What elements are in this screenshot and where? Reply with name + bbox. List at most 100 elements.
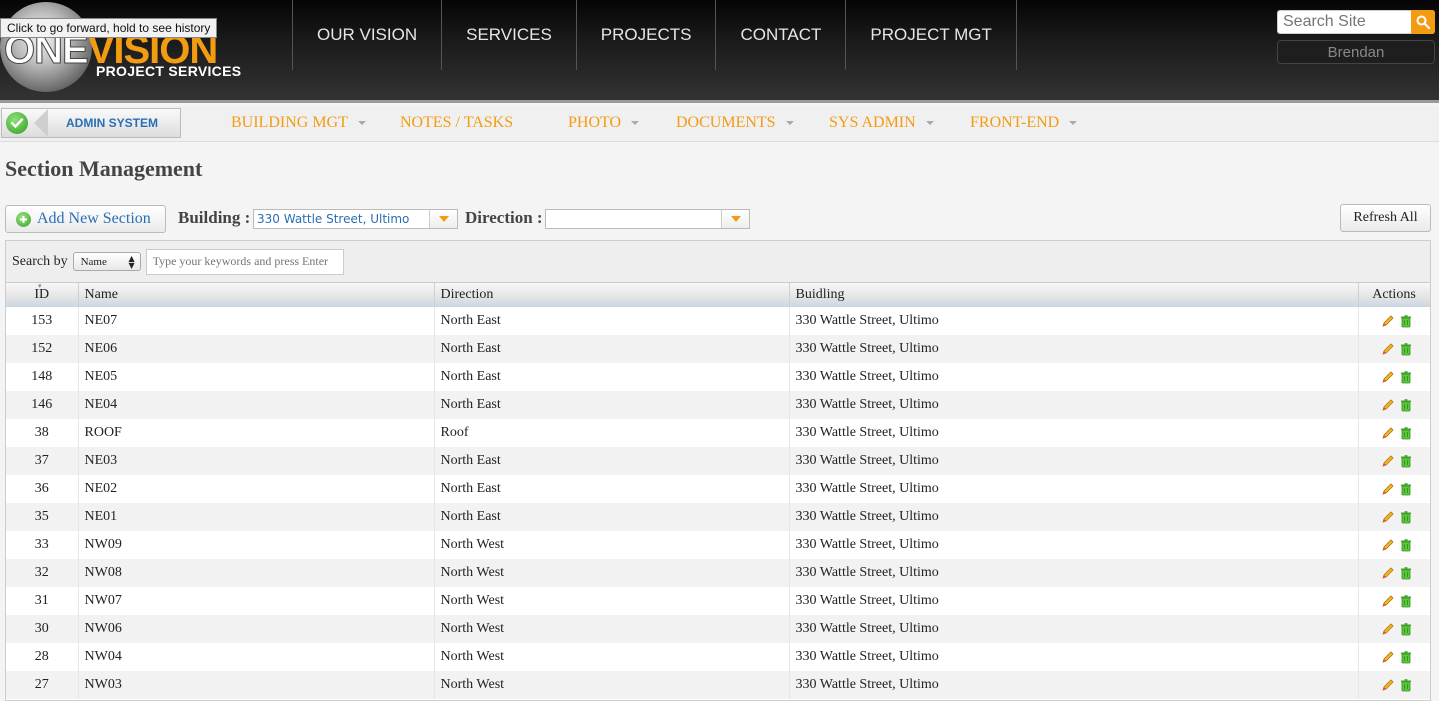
keyword-search-input[interactable] <box>145 248 344 275</box>
dropdown-arrow-icon[interactable] <box>721 210 749 228</box>
table-row[interactable]: 27 NW03 North West 330 Wattle Street, Ultim… <box>6 671 1430 699</box>
cell-direction: North East <box>434 363 790 391</box>
subnav-building-mgt[interactable]: BUILDING MGT <box>231 114 400 132</box>
pencil-icon[interactable] <box>1381 566 1395 580</box>
trash-icon[interactable] <box>1399 482 1413 496</box>
updown-arrow-icon: ▲ ▼ <box>128 254 135 270</box>
cell-direction: North West <box>434 559 790 587</box>
nav-our-vision[interactable]: OUR VISION <box>292 0 441 70</box>
cell-building: 330 Wattle Street, Ultimo <box>789 643 1359 671</box>
cell-actions <box>1358 531 1430 559</box>
admin-system-label: ADMIN SYSTEM <box>66 116 159 130</box>
cell-building: 330 Wattle Street, Ultimo <box>789 503 1359 531</box>
subnav-documents[interactable]: DOCUMENTS <box>676 114 829 132</box>
cell-name: NW08 <box>78 559 435 587</box>
column-header-actions: Actions <box>1358 283 1430 307</box>
search-field-select[interactable]: Name ▲ ▼ <box>72 252 141 271</box>
pencil-icon[interactable] <box>1381 314 1395 328</box>
nav-project-mgt[interactable]: PROJECT MGT <box>845 0 1017 70</box>
table-row[interactable]: 38 ROOF Roof 330 Wattle Street, Ultimo <box>6 419 1430 447</box>
row-actions <box>1365 454 1430 468</box>
subnav-notes-tasks[interactable]: NOTES / TASKS <box>400 114 568 132</box>
trash-icon[interactable] <box>1399 342 1413 356</box>
subnav-photo[interactable]: PHOTO <box>568 114 676 132</box>
table-row[interactable]: 152 NE06 North East 330 Wattle Street, Ulti… <box>6 335 1430 363</box>
cell-name: NE07 <box>78 307 435 335</box>
table-row[interactable]: 30 NW06 North West 330 Wattle Street, Ultim… <box>6 615 1430 643</box>
pencil-icon[interactable] <box>1381 538 1395 552</box>
building-select[interactable]: 330 Wattle Street, Ultimo <box>253 209 458 229</box>
cell-id: 33 <box>6 531 79 559</box>
table-row[interactable]: 148 NE05 North East 330 Wattle Street, Ulti… <box>6 363 1430 391</box>
arrow-left-icon <box>34 109 48 137</box>
search-button[interactable] <box>1411 10 1435 34</box>
dropdown-arrow-icon[interactable] <box>429 210 457 228</box>
column-header-name[interactable]: Name <box>78 283 435 307</box>
trash-icon[interactable] <box>1399 398 1413 412</box>
table-row[interactable]: 153 NE07 North East 330 Wattle Street, Ulti… <box>6 307 1430 335</box>
table-row[interactable]: 37 NE03 North East 330 Wattle Street, Ultim… <box>6 447 1430 475</box>
user-menu[interactable]: Brendan <box>1277 40 1435 64</box>
cell-direction: North East <box>434 391 790 419</box>
trash-icon[interactable] <box>1399 510 1413 524</box>
cell-actions <box>1358 587 1430 615</box>
pencil-icon[interactable] <box>1381 594 1395 608</box>
site-search-input[interactable] <box>1278 11 1412 33</box>
nav-services[interactable]: SERVICES <box>441 0 576 70</box>
add-new-section-button[interactable]: Add New Section <box>5 205 166 233</box>
table-row[interactable]: 28 NW04 North West 330 Wattle Street, Ultim… <box>6 643 1430 671</box>
trash-icon[interactable] <box>1399 454 1413 468</box>
table-row[interactable]: 35 NE01 North East 330 Wattle Street, Ultim… <box>6 503 1430 531</box>
cell-actions <box>1358 559 1430 587</box>
pencil-icon[interactable] <box>1381 454 1395 468</box>
pencil-icon[interactable] <box>1381 678 1395 692</box>
trash-icon[interactable] <box>1399 594 1413 608</box>
cell-direction: North East <box>434 503 790 531</box>
pencil-icon[interactable] <box>1381 510 1395 524</box>
row-actions <box>1365 342 1430 356</box>
trash-icon[interactable] <box>1399 314 1413 328</box>
cell-actions <box>1358 363 1430 391</box>
browser-tooltip: Click to go forward, hold to see history <box>0 18 218 38</box>
pencil-icon[interactable] <box>1381 398 1395 412</box>
pencil-icon[interactable] <box>1381 482 1395 496</box>
pencil-icon[interactable] <box>1381 426 1395 440</box>
pencil-icon[interactable] <box>1381 342 1395 356</box>
pencil-icon[interactable] <box>1381 622 1395 636</box>
direction-select[interactable] <box>545 209 750 229</box>
pencil-icon[interactable] <box>1381 370 1395 384</box>
column-header-id[interactable]: ▾ ID <box>6 283 79 307</box>
cell-building: 330 Wattle Street, Ultimo <box>789 671 1359 699</box>
column-header-building[interactable]: Buidling <box>789 283 1359 307</box>
pencil-icon[interactable] <box>1381 650 1395 664</box>
table-row[interactable]: 146 NE04 North East 330 Wattle Street, Ulti… <box>6 391 1430 419</box>
cell-name: ROOF <box>78 419 435 447</box>
building-label: Building : <box>178 208 251 227</box>
table-row[interactable]: 36 NE02 North East 330 Wattle Street, Ultim… <box>6 475 1430 503</box>
check-icon <box>6 112 28 134</box>
cell-name: NW06 <box>78 615 435 643</box>
table-row[interactable]: 33 NW09 North West 330 Wattle Street, Ultim… <box>6 531 1430 559</box>
cell-building: 330 Wattle Street, Ultimo <box>789 419 1359 447</box>
nav-contact[interactable]: CONTACT <box>715 0 845 70</box>
row-actions <box>1365 594 1430 608</box>
subnav-front-end[interactable]: FRONT-END <box>970 114 1078 132</box>
refresh-all-button[interactable]: Refresh All <box>1340 204 1431 232</box>
nav-projects[interactable]: PROJECTS <box>575 0 716 70</box>
cell-building: 330 Wattle Street, Ultimo <box>789 615 1359 643</box>
trash-icon[interactable] <box>1399 426 1413 440</box>
trash-icon[interactable] <box>1399 678 1413 692</box>
table-row[interactable]: 32 NW08 North West 330 Wattle Street, Ultim… <box>6 559 1430 587</box>
subnav-sys-admin[interactable]: SYS ADMIN <box>829 114 970 132</box>
cell-direction: North East <box>434 307 790 335</box>
trash-icon[interactable] <box>1399 370 1413 384</box>
column-header-direction[interactable]: Direction <box>434 283 790 307</box>
trash-icon[interactable] <box>1399 538 1413 552</box>
trash-icon[interactable] <box>1399 650 1413 664</box>
trash-icon[interactable] <box>1399 622 1413 636</box>
magnifier-icon <box>1416 15 1430 29</box>
admin-system-badge[interactable]: ADMIN SYSTEM <box>1 108 181 138</box>
cell-direction: North East <box>434 475 790 503</box>
table-row[interactable]: 31 NW07 North West 330 Wattle Street, Ultim… <box>6 587 1430 615</box>
trash-icon[interactable] <box>1399 566 1413 580</box>
